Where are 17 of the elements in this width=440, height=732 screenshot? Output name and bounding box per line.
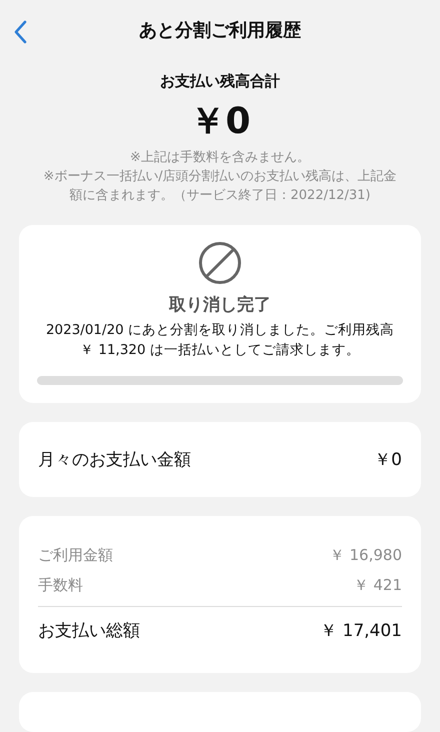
status-title: 取り消し完了 — [169, 294, 271, 316]
row-label: 手数料 — [38, 576, 83, 594]
row-amount: ￥ 421 — [354, 576, 402, 594]
status-message: 2023/01/20 にあと分割を取り消しました。ご利用残高￥ 11,320 は一括払いとしてご請求します。 — [44, 321, 396, 360]
monthly-label: 月々のお支払い金額 — [38, 449, 191, 471]
screen-title: あと分割ご利用履歴 — [139, 19, 301, 42]
balance-amount: ￥0 — [189, 100, 251, 144]
row-label: ご利用金額 — [38, 546, 113, 564]
balance-label: お支払い残高合計 — [160, 72, 280, 91]
back-icon — [13, 20, 27, 44]
row-label: お支払い総額 — [38, 620, 140, 642]
row-amount: ￥ 17,401 — [320, 620, 402, 642]
prohibited-icon — [198, 241, 242, 285]
monthly-amount: ￥0 — [374, 449, 402, 471]
note-text: ※ボーナス一括払い/店頭分割払いのお支払い残高は、上記金額に含まれます。（サービス終了日：2022/12/31) — [42, 168, 398, 205]
row-amount: ￥ 16,980 — [330, 546, 402, 564]
note-text: ※上記は手数料を含みません。 — [130, 149, 310, 167]
